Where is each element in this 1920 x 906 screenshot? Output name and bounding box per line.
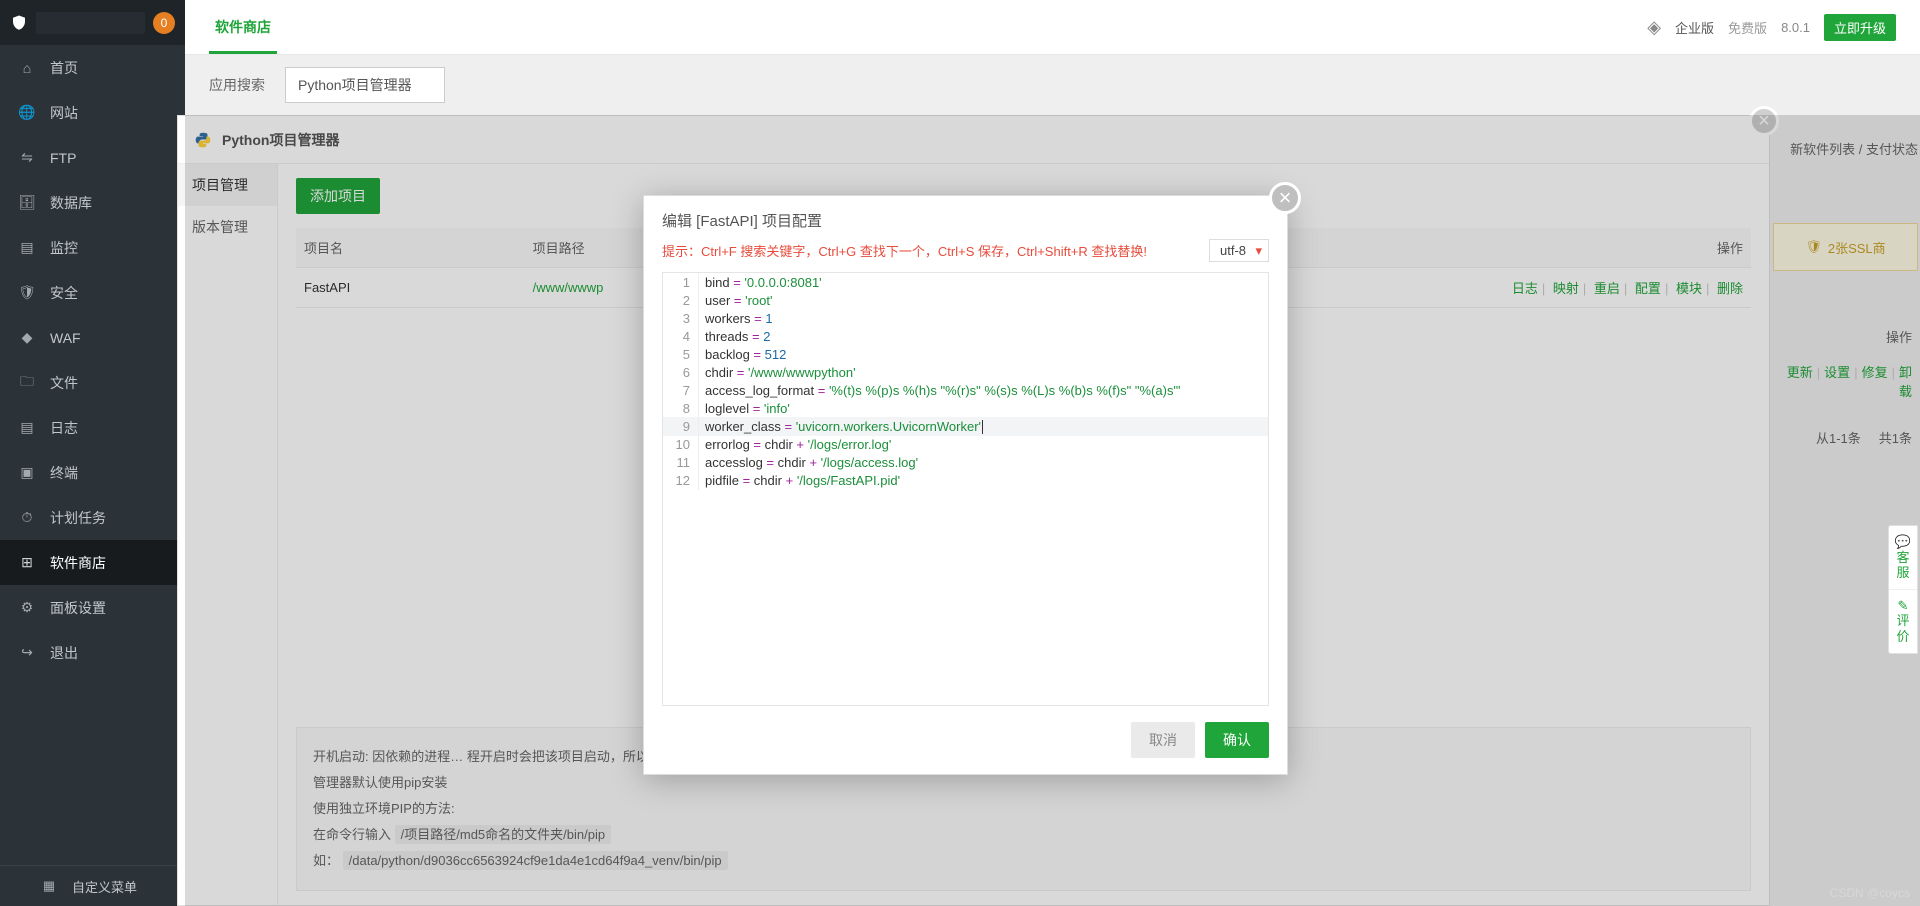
search-input[interactable]: Python项目管理器 [285,67,445,103]
shield-icon: 🛡 [18,284,36,301]
topbar: 软件商店 ◈ 企业版 免费版 8.0.1 立即升级 [185,0,1920,55]
code-line[interactable]: 7access_log_format = '%(t)s %(p)s %(h)s … [663,381,1268,399]
edit-config-modal: × 编辑 [FastAPI] 项目配置 提示：Ctrl+F 搜索关键字，Ctrl… [643,195,1288,775]
ftp-icon: ⇋ [18,149,36,166]
upgrade-button[interactable]: 立即升级 [1824,14,1896,41]
encoding-select[interactable]: utf-8 [1209,239,1269,262]
monitor-icon: ▤ [18,239,36,256]
feedback-button[interactable]: ✎评价 [1889,590,1917,653]
sidebar-item-label: WAF [50,330,81,346]
sidebar-item-cron[interactable]: ⏱ 计划任务 [0,495,185,540]
sidebar-item-terminal[interactable]: ▣ 终端 [0,450,185,495]
notification-badge[interactable]: 0 [153,12,175,34]
db-icon: 🗄 [18,194,36,211]
confirm-button[interactable]: 确认 [1205,722,1269,758]
version-label: 8.0.1 [1781,20,1810,35]
sidebar-item-label: 首页 [50,58,78,78]
code-line[interactable]: 9worker_class = 'uvicorn.workers.Uvicorn… [663,417,1268,436]
sidebar-item-label: 计划任务 [50,508,106,528]
sidebar-item-waf[interactable]: ◆ WAF [0,315,185,360]
modal-title: 编辑 [FastAPI] 项目配置 [644,196,1287,239]
code-line[interactable]: 1bind = '0.0.0.0:8081' [663,273,1268,291]
code-line[interactable]: 11accesslog = chdir + '/logs/access.log' [663,454,1268,472]
sidebar-item-label: 日志 [50,418,78,438]
code-line[interactable]: 2user = 'root' [663,291,1268,309]
search-label: 应用搜索 [209,75,265,95]
sidebar-item-home[interactable]: ⌂ 首页 [0,45,185,90]
diamond-icon: ◈ [1647,17,1661,38]
folder-icon: 🗀 [18,371,36,395]
edition-free-label[interactable]: 免费版 [1728,18,1767,37]
sidebar-item-folder[interactable]: 🗀 文件 [0,360,185,405]
sidebar-item-label: 软件商店 [50,553,106,573]
code-line[interactable]: 5backlog = 512 [663,345,1268,363]
sidebar-item-label: FTP [50,150,76,166]
sidebar-item-label: 面板设置 [50,598,106,618]
server-name-blurred [36,12,145,34]
code-line[interactable]: 10errorlog = chdir + '/logs/error.log' [663,436,1268,454]
edition-pro-label[interactable]: 企业版 [1675,18,1714,37]
code-line[interactable]: 3workers = 1 [663,309,1268,327]
code-editor[interactable]: 1bind = '0.0.0.0:8081'2user = 'root'3wor… [662,272,1269,706]
store-icon: ⊞ [18,554,36,571]
support-button[interactable]: 💬客服 [1889,526,1917,589]
watermark: CSDN @coycs [1830,886,1910,900]
sidebar-item-label: 退出 [50,643,78,663]
sidebar-item-label: 网站 [50,103,78,123]
log-icon: ▤ [18,419,36,436]
grid-icon: ▦ [40,878,58,894]
globe-icon: 🌐 [18,104,36,121]
code-line[interactable]: 6chdir = '/www/wwwpython' [663,363,1268,381]
home-icon: ⌂ [18,60,36,76]
search-row: 应用搜索 Python项目管理器 [185,55,1920,115]
tab-software-store[interactable]: 软件商店 [209,1,277,54]
sidebar-item-gear[interactable]: ⚙ 面板设置 [0,585,185,630]
cancel-button[interactable]: 取消 [1131,722,1195,758]
sidebar-item-log[interactable]: ▤ 日志 [0,405,185,450]
code-line[interactable]: 4threads = 2 [663,327,1268,345]
waf-icon: ◆ [18,329,36,346]
terminal-icon: ▣ [18,464,36,481]
code-line[interactable]: 8loglevel = 'info' [663,399,1268,417]
sidebar-item-globe[interactable]: 🌐 网站 [0,90,185,135]
exit-icon: ↪ [18,644,36,661]
sidebar-item-exit[interactable]: ↪ 退出 [0,630,185,675]
custom-menu-item[interactable]: ▦ 自定义菜单 [0,866,185,906]
sidebar: 0 ⌂ 首页 🌐 网站 ⇋ FTP 🗄 数据库 ▤ 监控 🛡 安全 ◆ WAF 🗀 文件 ▤ 日志 ▣ 终端 ⏱ 计划任务… [0,0,185,906]
gear-icon: ⚙ [18,599,36,616]
code-line[interactable]: 12pidfile = chdir + '/logs/FastAPI.pid' [663,472,1268,490]
sidebar-item-monitor[interactable]: ▤ 监控 [0,225,185,270]
sidebar-item-label: 监控 [50,238,78,258]
sidebar-item-label: 文件 [50,373,78,393]
sidebar-item-store[interactable]: ⊞ 软件商店 [0,540,185,585]
sidebar-item-shield[interactable]: 🛡 安全 [0,270,185,315]
side-float-widget: 💬客服 ✎评价 [1888,525,1918,654]
panel-logo-icon [10,14,28,32]
sidebar-item-db[interactable]: 🗄 数据库 [0,180,185,225]
sidebar-item-label: 安全 [50,283,78,303]
cron-icon: ⏱ [18,509,36,526]
modal-hint: 提示：Ctrl+F 搜索关键字，Ctrl+G 查找下一个，Ctrl+S 保存，C… [662,241,1147,260]
custom-menu-label: 自定义菜单 [72,877,137,896]
sidebar-item-label: 数据库 [50,193,92,213]
sidebar-header: 0 [0,0,185,45]
sidebar-item-label: 终端 [50,463,78,483]
modal-close-button[interactable]: × [1269,182,1301,214]
sidebar-item-ftp[interactable]: ⇋ FTP [0,135,185,180]
